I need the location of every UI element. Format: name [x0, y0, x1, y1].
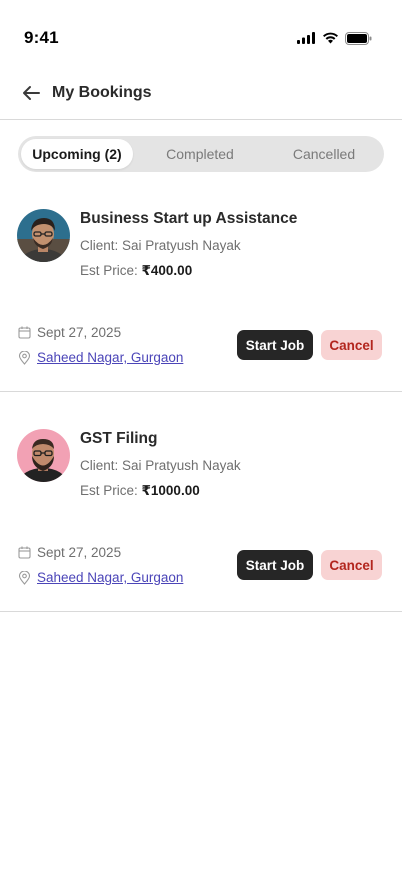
client-name: Sai Pratyush Nayak	[122, 458, 241, 473]
client-label: Client:	[80, 238, 123, 253]
booking-location: Saheed Nagar, Gurgaon	[18, 350, 183, 365]
booking-date: Sept 27, 2025	[18, 545, 121, 560]
price-label: Est Price:	[80, 483, 142, 498]
avatar	[17, 429, 70, 482]
date-text: Sept 27, 2025	[37, 545, 122, 560]
status-bar: 9:41	[0, 0, 402, 70]
calendar-icon	[18, 326, 31, 339]
estimated-price: Est Price: ₹400.00	[80, 263, 192, 279]
tab-upcoming[interactable]: Upcoming (2)	[21, 139, 133, 169]
app-header: My Bookings	[0, 72, 402, 120]
avatar	[17, 209, 70, 262]
booking-location: Saheed Nagar, Gurgaon	[18, 570, 183, 585]
start-job-button[interactable]: Start Job	[237, 550, 313, 580]
date-text: Sept 27, 2025	[37, 325, 122, 340]
estimated-price: Est Price: ₹1000.00	[80, 483, 200, 499]
booking-date: Sept 27, 2025	[18, 325, 121, 340]
client-name: Sai Pratyush Nayak	[122, 238, 241, 253]
location-link[interactable]: Saheed Nagar, Gurgaon	[37, 350, 183, 365]
wifi-icon	[322, 32, 339, 44]
booking-card: Business Start up Assistance Client: Sai…	[0, 209, 402, 392]
location-link[interactable]: Saheed Nagar, Gurgaon	[37, 570, 183, 585]
booking-status-tabs: Upcoming (2) Completed Cancelled	[18, 136, 384, 172]
status-icons	[297, 30, 372, 46]
service-title: Business Start up Assistance	[80, 210, 298, 227]
client-info: Client: Sai Pratyush Nayak	[80, 458, 241, 473]
booking-card: GST Filing Client: Sai Pratyush Nayak Es…	[0, 429, 402, 612]
price-value: ₹1000.00	[141, 483, 200, 498]
price-value: ₹400.00	[141, 263, 193, 278]
page-title: My Bookings	[52, 84, 152, 101]
start-job-button[interactable]: Start Job	[237, 330, 313, 360]
calendar-icon	[18, 546, 31, 559]
battery-icon	[345, 31, 372, 45]
back-button[interactable]	[18, 82, 44, 108]
cancel-button[interactable]: Cancel	[321, 550, 382, 580]
arrow-left-icon	[22, 85, 40, 106]
client-info: Client: Sai Pratyush Nayak	[80, 238, 241, 253]
status-time: 9:41	[24, 28, 59, 47]
location-pin-icon	[18, 351, 31, 365]
tab-cancelled[interactable]: Cancelled	[267, 139, 381, 169]
location-pin-icon	[18, 571, 31, 585]
price-label: Est Price:	[80, 263, 142, 278]
client-label: Client:	[80, 458, 123, 473]
service-title: GST Filing	[80, 430, 158, 447]
tab-completed[interactable]: Completed	[133, 139, 267, 169]
cancel-button[interactable]: Cancel	[321, 330, 382, 360]
cellular-signal-icon	[297, 32, 316, 44]
